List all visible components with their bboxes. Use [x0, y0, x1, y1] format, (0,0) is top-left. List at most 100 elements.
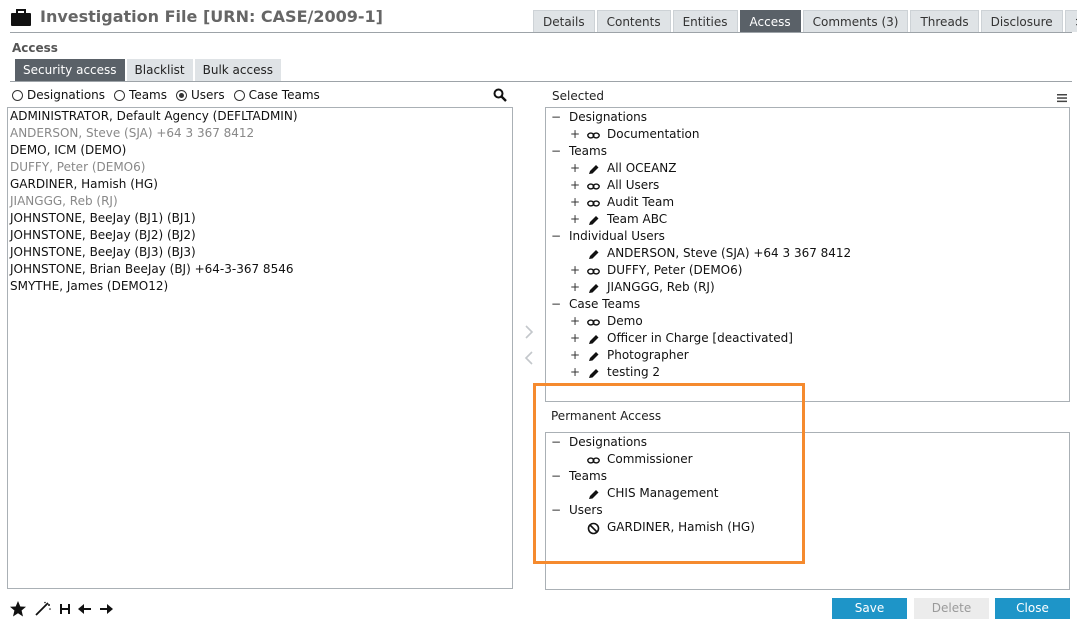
close-button[interactable]: Close: [995, 598, 1070, 619]
subtab-bulk-access[interactable]: Bulk access: [194, 59, 281, 81]
expand-toggle[interactable]: +: [570, 364, 580, 381]
user-list-item[interactable]: JOHNSTONE, Brian BeeJay (BJ) +64-3-367 8…: [8, 261, 512, 278]
arrow-right-icon[interactable]: [99, 602, 113, 616]
radio-button[interactable]: [12, 89, 23, 101]
collapse-toggle[interactable]: −: [551, 434, 561, 451]
collapse-toggle[interactable]: −: [551, 228, 561, 245]
tree-item-row[interactable]: + All OCEANZ: [546, 160, 1069, 177]
search-icon[interactable]: [493, 88, 507, 102]
pencil-icon: [587, 248, 600, 259]
radio-users[interactable]: Users: [176, 88, 225, 102]
collapse-toggle[interactable]: −: [551, 502, 561, 519]
tree-label: GARDINER, Hamish (HG): [607, 520, 755, 534]
tree-item-row[interactable]: GARDINER, Hamish (HG): [546, 519, 1069, 536]
tree-group-row[interactable]: − Teams: [546, 468, 1069, 485]
radio-button[interactable]: [114, 89, 126, 101]
tab-contents[interactable]: Contents: [596, 10, 671, 32]
header-divider: [10, 32, 1072, 33]
expand-toggle[interactable]: +: [570, 262, 580, 279]
tree-label: Photographer: [607, 348, 689, 362]
tree-group-row[interactable]: − Individual Users: [546, 228, 1069, 245]
user-list-item[interactable]: GARDINER, Hamish (HG): [8, 176, 512, 193]
tab-entities[interactable]: Entities: [672, 10, 738, 32]
filter-radio-group: Designations Teams Users Case Teams: [12, 88, 329, 102]
permanent-access-tree[interactable]: − Designations Commissioner − Teams CHIS Mana…: [545, 432, 1070, 590]
user-list-item[interactable]: ADMINISTRATOR, Default Agency (DEFLTADMI…: [8, 108, 512, 125]
selected-tree[interactable]: − Designations + Documentation − Teams + All OC…: [545, 107, 1070, 402]
tree-item-row[interactable]: + Demo: [546, 313, 1069, 330]
bottom-toolbar: [9, 600, 120, 618]
subtab-blacklist[interactable]: Blacklist: [126, 59, 193, 81]
user-list-item[interactable]: JIANGGG, Reb (RJ): [8, 193, 512, 210]
tab-disclosure[interactable]: Disclosure: [980, 10, 1063, 32]
add-arrow-icon[interactable]: [523, 325, 535, 339]
expand-toggle[interactable]: +: [570, 330, 580, 347]
tab-details[interactable]: Details: [533, 10, 595, 32]
tree-group-row[interactable]: − Case Teams: [546, 296, 1069, 313]
radio-teams[interactable]: Teams: [114, 88, 167, 102]
briefcase-icon: [11, 9, 31, 26]
delete-button[interactable]: Delete: [914, 598, 989, 619]
collapse-toggle[interactable]: −: [551, 109, 561, 126]
user-list-item[interactable]: DUFFY, Peter (DEMO6): [8, 159, 512, 176]
menu-icon[interactable]: [1057, 93, 1067, 103]
expand-toggle[interactable]: +: [570, 347, 580, 364]
expand-toggle[interactable]: +: [570, 177, 580, 194]
radio-button[interactable]: [176, 89, 187, 101]
pencil-icon: [587, 488, 600, 499]
user-list-item[interactable]: ANDERSON, Steve (SJA) +64 3 367 8412: [8, 125, 512, 142]
tree-item-row[interactable]: + testing 2: [546, 364, 1069, 381]
subtab-security-access[interactable]: Security access: [15, 59, 125, 81]
collapse-toggle[interactable]: −: [551, 143, 561, 160]
tree-item-row[interactable]: CHIS Management: [546, 485, 1069, 502]
tree-item-row[interactable]: Commissioner: [546, 451, 1069, 468]
tab-threads[interactable]: Threads: [910, 10, 979, 32]
tree-label: Team ABC: [607, 212, 668, 226]
tree-group-row[interactable]: − Designations: [546, 109, 1069, 126]
user-list-item[interactable]: DEMO, ICM (DEMO): [8, 142, 512, 159]
collapse-toggle[interactable]: −: [551, 296, 561, 313]
expand-toggle[interactable]: +: [570, 160, 580, 177]
save-button[interactable]: Save: [832, 598, 907, 619]
radio-case-teams[interactable]: Case Teams: [233, 88, 320, 102]
star-icon[interactable]: [9, 600, 27, 618]
tree-label: Documentation: [607, 127, 700, 141]
tree-label: Designations: [569, 435, 648, 449]
tree-item-row[interactable]: + Audit Team: [546, 194, 1069, 211]
section-label: Access: [12, 41, 58, 55]
user-list-item[interactable]: JOHNSTONE, BeeJay (BJ3) (BJ3): [8, 244, 512, 261]
tree-item-row[interactable]: + Documentation: [546, 126, 1069, 143]
radio-designations[interactable]: Designations: [12, 88, 105, 102]
tree-item-row[interactable]: + JIANGGG, Reb (RJ): [546, 279, 1069, 296]
hierarchy-icon[interactable]: [59, 602, 71, 616]
tree-group-row[interactable]: − Teams: [546, 143, 1069, 160]
tree-label: Designations: [569, 110, 648, 124]
tree-item-row[interactable]: + Team ABC: [546, 211, 1069, 228]
tree-item-row[interactable]: + All Users: [546, 177, 1069, 194]
tab-comments[interactable]: Comments (3): [802, 10, 909, 32]
user-list-item[interactable]: SMYTHE, James (DEMO12): [8, 278, 512, 295]
tree-group-row[interactable]: − Users: [546, 502, 1069, 519]
remove-arrow-icon[interactable]: [523, 351, 535, 365]
tab-access[interactable]: Access: [739, 10, 801, 32]
expand-toggle[interactable]: +: [570, 211, 580, 228]
tab-more[interactable]: >>: [1064, 10, 1077, 32]
user-list-item[interactable]: JOHNSTONE, BeeJay (BJ2) (BJ2): [8, 227, 512, 244]
expand-toggle[interactable]: +: [570, 194, 580, 211]
expand-toggle[interactable]: +: [570, 126, 580, 143]
tree-item-row[interactable]: + Photographer: [546, 347, 1069, 364]
tree-item-row[interactable]: ANDERSON, Steve (SJA) +64 3 367 8412: [546, 245, 1069, 262]
expand-toggle[interactable]: +: [570, 279, 580, 296]
user-list[interactable]: ADMINISTRATOR, Default Agency (DEFLTADMI…: [7, 107, 513, 589]
expand-toggle[interactable]: +: [570, 313, 580, 330]
user-list-item[interactable]: JOHNSTONE, BeeJay (BJ1) (BJ1): [8, 210, 512, 227]
magic-wand-icon[interactable]: [34, 601, 52, 617]
radio-label: Teams: [129, 88, 167, 102]
collapse-toggle[interactable]: −: [551, 468, 561, 485]
arrow-left-icon[interactable]: [78, 602, 92, 616]
tree-group-row[interactable]: − Designations: [546, 434, 1069, 451]
tree-item-row[interactable]: + DUFFY, Peter (DEMO6): [546, 262, 1069, 279]
tree-item-row[interactable]: + Officer in Charge [deactivated]: [546, 330, 1069, 347]
permanent-access-label: Permanent Access: [551, 409, 662, 423]
radio-button[interactable]: [233, 89, 245, 101]
